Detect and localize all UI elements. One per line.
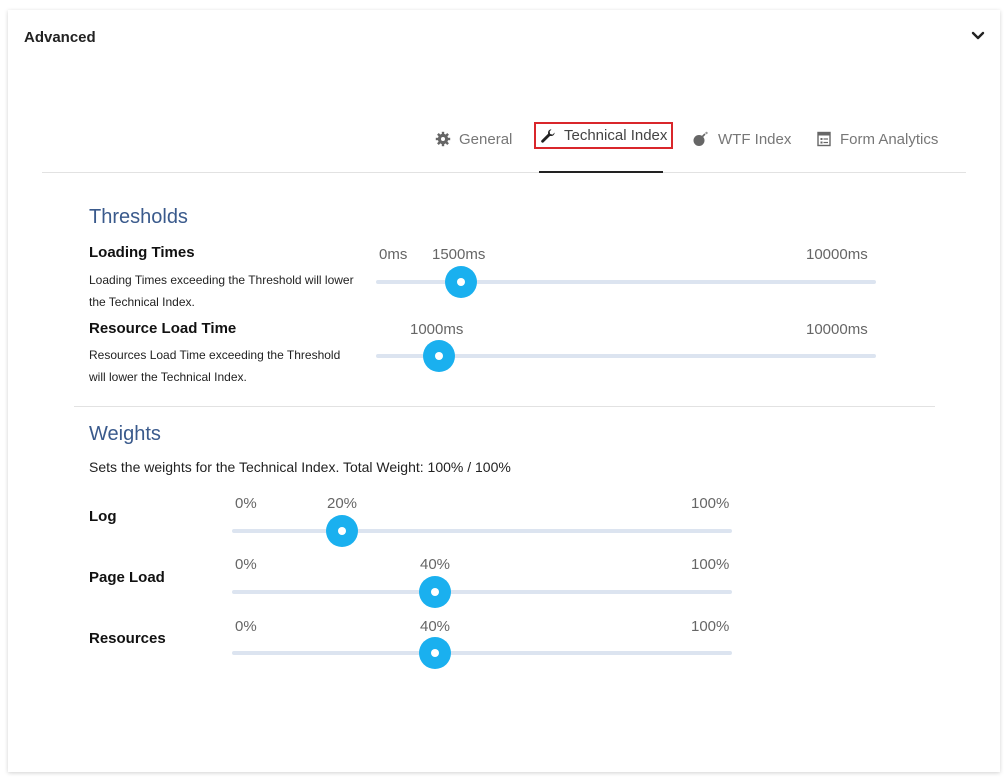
resource-load-time-slider-thumb[interactable] bbox=[423, 340, 455, 372]
tab-form-analytics-label: Form Analytics bbox=[840, 130, 939, 148]
tab-form-analytics[interactable]: Form Analytics bbox=[816, 126, 938, 152]
weight-page-load-slider-thumb[interactable] bbox=[419, 576, 451, 608]
chevron-down-icon[interactable] bbox=[970, 28, 986, 44]
wrench-icon bbox=[541, 128, 555, 143]
weight-log-slider-thumb[interactable] bbox=[326, 515, 358, 547]
weight-resources-slider-thumb[interactable] bbox=[419, 637, 451, 669]
tab-wtf-index-label: WTF Index bbox=[718, 130, 792, 148]
tab-wtf-index[interactable]: WTF Index bbox=[692, 126, 791, 152]
weight-page-load-slider[interactable] bbox=[232, 576, 732, 608]
loading-times-description: Loading Times exceeding the Threshold wi… bbox=[89, 273, 354, 309]
loading-times-slider-thumb[interactable] bbox=[445, 266, 477, 298]
weight-page-load-label: Page Load bbox=[89, 569, 165, 586]
weight-log-label: Log bbox=[89, 508, 117, 525]
weight-log-slider[interactable] bbox=[232, 515, 732, 547]
active-tab-indicator bbox=[539, 171, 663, 173]
resource-load-time-label: Resource Load Time bbox=[89, 320, 237, 337]
loading-times-slider[interactable] bbox=[376, 266, 876, 298]
resource-load-time-value-label: 1000ms bbox=[410, 321, 464, 338]
weight-resources-max-label: 100% bbox=[691, 618, 730, 635]
panel-title: Advanced bbox=[24, 29, 96, 46]
form-icon bbox=[817, 131, 831, 147]
weight-page-load-value-label: 40% bbox=[420, 556, 451, 573]
weight-log-value-label: 20% bbox=[327, 495, 358, 512]
weights-description: Sets the weights for the Technical Index… bbox=[89, 459, 511, 475]
resource-load-time-max-label: 10000ms bbox=[806, 321, 868, 338]
tab-technical-index-label: Technical Index bbox=[564, 127, 668, 144]
weight-resources-min-label: 0% bbox=[235, 618, 257, 635]
weight-resources-slider[interactable] bbox=[232, 637, 732, 669]
section-divider bbox=[74, 406, 935, 407]
weight-page-load-min-label: 0% bbox=[235, 556, 257, 573]
loading-times-value-label: 1500ms bbox=[432, 246, 486, 263]
advanced-panel: Advanced General Technical Index WTF Ind… bbox=[8, 10, 1000, 772]
weight-resources-label: Resources bbox=[89, 630, 166, 647]
weight-page-load-max-label: 100% bbox=[691, 556, 730, 573]
loading-times-max-label: 10000ms bbox=[806, 246, 868, 263]
thresholds-title: Thresholds bbox=[89, 206, 188, 228]
panel-header[interactable]: Advanced bbox=[8, 10, 1000, 66]
weight-resources-value-label: 40% bbox=[420, 618, 451, 635]
bomb-icon bbox=[693, 131, 708, 146]
tab-general[interactable]: General bbox=[435, 126, 512, 152]
weight-log-max-label: 100% bbox=[691, 495, 730, 512]
loading-times-min-label: 0ms bbox=[379, 246, 408, 263]
gear-icon bbox=[435, 131, 451, 147]
resource-load-time-description: Resources Load Time exceeding the Thresh… bbox=[89, 348, 341, 384]
resource-load-time-slider[interactable] bbox=[376, 340, 876, 372]
tab-bar: General Technical Index WTF Index Form A… bbox=[42, 118, 966, 173]
weight-log-min-label: 0% bbox=[235, 495, 257, 512]
loading-times-label: Loading Times bbox=[89, 244, 195, 261]
tab-general-label: General bbox=[459, 130, 513, 148]
tab-technical-index[interactable]: Technical Index bbox=[534, 122, 674, 149]
weights-title: Weights bbox=[89, 423, 161, 445]
